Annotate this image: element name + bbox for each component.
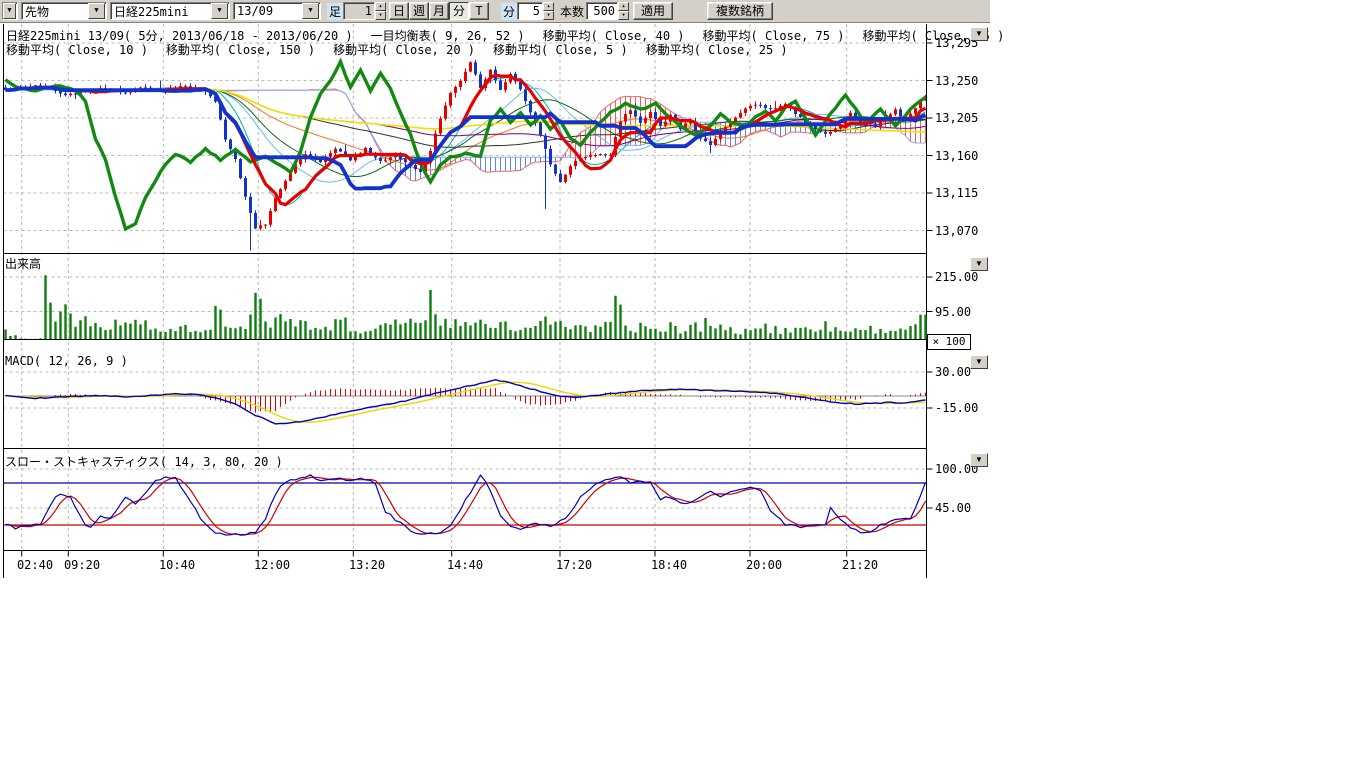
volume-multiplier-badge: × 100 (927, 334, 971, 350)
stoch-tick-label: 45.00 (935, 501, 971, 515)
legend-item: 移動平均( Close, 150 ) (166, 43, 315, 57)
legend-item: 移動平均( Close, 25 ) (646, 43, 788, 57)
price-tick-label: 13,160 (935, 149, 978, 163)
minute-label: 分 (501, 3, 517, 20)
spin-down-icon[interactable]: ▼ (375, 11, 386, 20)
macd-tick-label: -15.00 (935, 401, 978, 415)
spin-up-icon[interactable]: ▲ (543, 2, 554, 11)
period-button-3[interactable]: 分 (449, 2, 469, 20)
minute-value-input[interactable]: 5 ▲ ▼ (517, 2, 554, 20)
time-tick-label: 13:20 (345, 558, 389, 572)
time-tick-label: 10:40 (155, 558, 199, 572)
minute-spinner[interactable]: ▲ ▼ (543, 2, 554, 20)
symbol-dropdown-arrow-icon[interactable]: ▼ (211, 3, 228, 19)
contract-month-dropdown-value: 13/09 (234, 4, 302, 18)
macd-panel-menu-button[interactable]: ▼ (970, 355, 988, 369)
category-dropdown-value: 先物 (22, 3, 88, 20)
legend-item: 移動平均( Close, 10 ) (6, 43, 148, 57)
price-tick-label: 13,205 (935, 111, 978, 125)
volume-tick-label: 95.00 (935, 305, 971, 319)
price-tick-label: 13,070 (935, 224, 978, 238)
ashi-count-input[interactable]: 1 ▲ ▼ (343, 2, 386, 20)
bars-count-spinner[interactable]: ▲ ▼ (618, 2, 629, 20)
price-tick-label: 13,115 (935, 186, 978, 200)
ashi-label: 足 (327, 3, 343, 20)
period-button-4[interactable]: T (469, 2, 489, 20)
price-panel-menu-button[interactable]: ▼ (970, 27, 988, 41)
ashi-count-spinner[interactable]: ▲ ▼ (375, 2, 386, 20)
mini-dropdown[interactable]: ▼ (2, 2, 18, 20)
symbol-dropdown[interactable]: 日経225mini ▼ (110, 2, 230, 20)
time-tick-label: 14:40 (443, 558, 487, 572)
volume-panel-label: 出来高 (5, 255, 41, 272)
multi-symbol-button[interactable]: 複数銘柄 (707, 2, 773, 20)
spin-up-icon[interactable]: ▲ (375, 2, 386, 11)
macd-tick-label: 30.00 (935, 365, 971, 379)
bars-count-value[interactable]: 500 (586, 2, 618, 20)
stoch-panel-menu-button[interactable]: ▼ (970, 453, 988, 467)
macd-panel-label: MACD( 12, 26, 9 ) (5, 354, 128, 368)
contract-month-dropdown-arrow-icon[interactable]: ▼ (302, 3, 319, 19)
contract-month-dropdown[interactable]: 13/09 ▼ (233, 2, 321, 20)
apply-button[interactable]: 適用 (633, 2, 673, 20)
chart-legend-line2: 移動平均( Close, 10 ) 移動平均( Close, 150 ) 移動平均(… (6, 41, 806, 58)
spin-up-icon[interactable]: ▲ (618, 2, 629, 11)
period-button-1[interactable]: 週 (409, 2, 429, 20)
trading-app-window: ▼ 先物 ▼ 日経225mini ▼ 13/09 ▼ 足 1 ▲ ▼ 日週月分T… (0, 0, 1366, 768)
spin-down-icon[interactable]: ▼ (543, 11, 554, 20)
time-tick-label: 17:20 (552, 558, 596, 572)
period-button-0[interactable]: 日 (389, 2, 409, 20)
time-tick-label: 21:20 (838, 558, 882, 572)
bars-count-label: 本数 (558, 3, 586, 20)
category-dropdown[interactable]: 先物 ▼ (21, 2, 107, 20)
chart-canvas (0, 0, 1000, 600)
chart-area: 日経225mini 13/09( 5分, 2013/06/18 - 2013/0… (0, 0, 1100, 768)
price-tick-label: 13,250 (935, 74, 978, 88)
spin-down-icon[interactable]: ▼ (618, 11, 629, 20)
legend-item: 移動平均( Close, 5 ) (493, 43, 628, 57)
symbol-dropdown-value: 日経225mini (111, 3, 211, 20)
minute-value[interactable]: 5 (517, 2, 543, 20)
mini-dropdown-arrow-icon[interactable]: ▼ (3, 3, 16, 19)
time-tick-label: 02:40 (13, 558, 57, 572)
volume-panel-menu-button[interactable]: ▼ (970, 257, 988, 271)
category-dropdown-arrow-icon[interactable]: ▼ (88, 3, 105, 19)
toolbar: ▼ 先物 ▼ 日経225mini ▼ 13/09 ▼ 足 1 ▲ ▼ 日週月分T… (0, 0, 990, 23)
stoch-panel-label: スロー・ストキャスティクス( 14, 3, 80, 20 ) (5, 453, 283, 470)
time-tick-label: 20:00 (742, 558, 786, 572)
period-button-2[interactable]: 月 (429, 2, 449, 20)
volume-tick-label: 215.00 (935, 270, 978, 284)
time-tick-label: 12:00 (250, 558, 294, 572)
bars-count-input[interactable]: 500 ▲ ▼ (586, 2, 629, 20)
legend-item: 移動平均( Close, 20 ) (333, 43, 475, 57)
time-tick-label: 18:40 (647, 558, 691, 572)
time-tick-label: 09:20 (60, 558, 104, 572)
ashi-count-value[interactable]: 1 (343, 2, 375, 20)
